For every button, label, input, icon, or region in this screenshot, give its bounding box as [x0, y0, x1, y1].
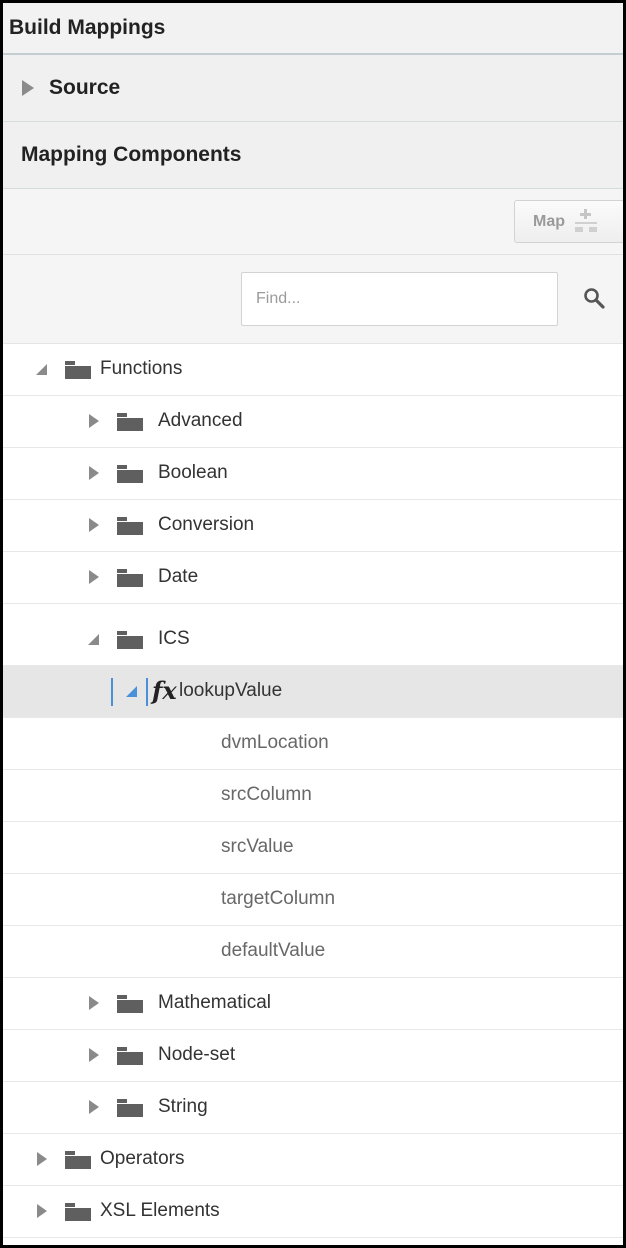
tree-node-ics[interactable]: ICS	[3, 614, 623, 666]
folder-icon	[117, 631, 143, 649]
tree-param-label: defaultValue	[221, 940, 326, 961]
source-section-label: Source	[49, 76, 121, 99]
tree-node-label: XSL Elements	[100, 1200, 220, 1221]
caret-right-icon[interactable]	[88, 1048, 100, 1062]
panel-title-bar: Build Mappings	[3, 3, 623, 55]
caret-right-icon[interactable]	[88, 466, 100, 480]
tree-param-label: targetColumn	[221, 888, 336, 909]
tree-param-row[interactable]: srcColumn	[3, 770, 623, 822]
tree-node-lookupvalue[interactable]: fx lookupValue	[3, 666, 623, 718]
tree-param-row[interactable]: srcValue	[3, 822, 623, 874]
folder-icon	[117, 569, 143, 587]
tree-node-label: Node-set	[158, 1044, 236, 1065]
tree-param-row[interactable]: dvmLocation	[3, 718, 623, 770]
tree-node-advanced[interactable]: Advanced	[3, 396, 623, 448]
tree-param-label: srcColumn	[221, 784, 312, 805]
caret-right-icon[interactable]	[88, 414, 100, 428]
caret-right-icon[interactable]	[88, 996, 100, 1010]
folder-icon	[117, 517, 143, 535]
tree-node-label: Boolean	[158, 462, 228, 483]
tree-node-operators[interactable]: Operators	[3, 1134, 623, 1186]
mapping-components-header[interactable]: Mapping Components	[3, 122, 623, 189]
tree-node-label: Advanced	[158, 410, 243, 431]
tree-param-label: dvmLocation	[221, 732, 329, 753]
folder-icon	[65, 1203, 91, 1221]
tree-node-label: Conversion	[158, 514, 255, 535]
folder-icon	[117, 995, 143, 1013]
source-section-header[interactable]: Source	[3, 55, 623, 122]
tree-node-label: lookupValue	[179, 680, 283, 701]
folder-icon	[65, 361, 91, 379]
mapping-components-label: Mapping Components	[21, 143, 242, 166]
caret-right-icon[interactable]	[88, 570, 100, 584]
tree-node-label: Functions	[100, 358, 183, 379]
caret-down-icon[interactable]	[126, 684, 138, 698]
folder-icon	[117, 413, 143, 431]
caret-right-icon[interactable]	[88, 518, 100, 532]
build-mappings-panel: Build Mappings Source Mapping Components…	[0, 0, 626, 1248]
folder-icon	[117, 1099, 143, 1117]
caret-right-icon[interactable]	[88, 1100, 100, 1114]
folder-icon	[65, 1151, 91, 1169]
selection-marker	[146, 678, 148, 706]
tree-param-row[interactable]: defaultValue	[3, 926, 623, 978]
tree-node-label: Date	[158, 566, 199, 587]
caret-down-icon[interactable]	[36, 362, 48, 376]
panel-title: Build Mappings	[9, 16, 166, 39]
caret-right-icon[interactable]	[36, 1204, 48, 1218]
tree-node-date[interactable]: Date	[3, 552, 623, 604]
tree-node-string[interactable]: String	[3, 1082, 623, 1134]
search-bar	[3, 255, 623, 344]
tree-node-label: ICS	[158, 628, 190, 649]
caret-right-icon[interactable]	[36, 1152, 48, 1166]
search-input[interactable]	[241, 272, 558, 326]
tree-param-row[interactable]: targetColumn	[3, 874, 623, 926]
tree-node-label: Mathematical	[158, 992, 271, 1013]
mapping-toolbar: Map	[3, 189, 623, 255]
caret-right-icon[interactable]	[21, 79, 35, 97]
map-add-icon	[575, 208, 597, 232]
folder-icon	[117, 1047, 143, 1065]
tree-node-mathematical[interactable]: Mathematical	[3, 978, 623, 1030]
tree-param-label: srcValue	[221, 836, 294, 857]
tree-node-functions[interactable]: Functions	[3, 344, 623, 396]
map-button-label: Map	[533, 212, 565, 230]
tree-node-label: Operators	[100, 1148, 185, 1169]
tree-node-label: String	[158, 1096, 208, 1117]
tree-node-boolean[interactable]: Boolean	[3, 448, 623, 500]
search-icon[interactable]	[583, 287, 605, 309]
tree-node-xsl-elements[interactable]: XSL Elements	[3, 1186, 623, 1238]
map-button[interactable]: Map	[514, 200, 623, 243]
caret-down-icon[interactable]	[88, 632, 100, 646]
tree-node-node-set[interactable]: Node-set	[3, 1030, 623, 1082]
selection-marker	[111, 678, 113, 706]
function-icon: fx	[152, 676, 177, 705]
tree-node-conversion[interactable]: Conversion	[3, 500, 623, 552]
folder-icon	[117, 465, 143, 483]
